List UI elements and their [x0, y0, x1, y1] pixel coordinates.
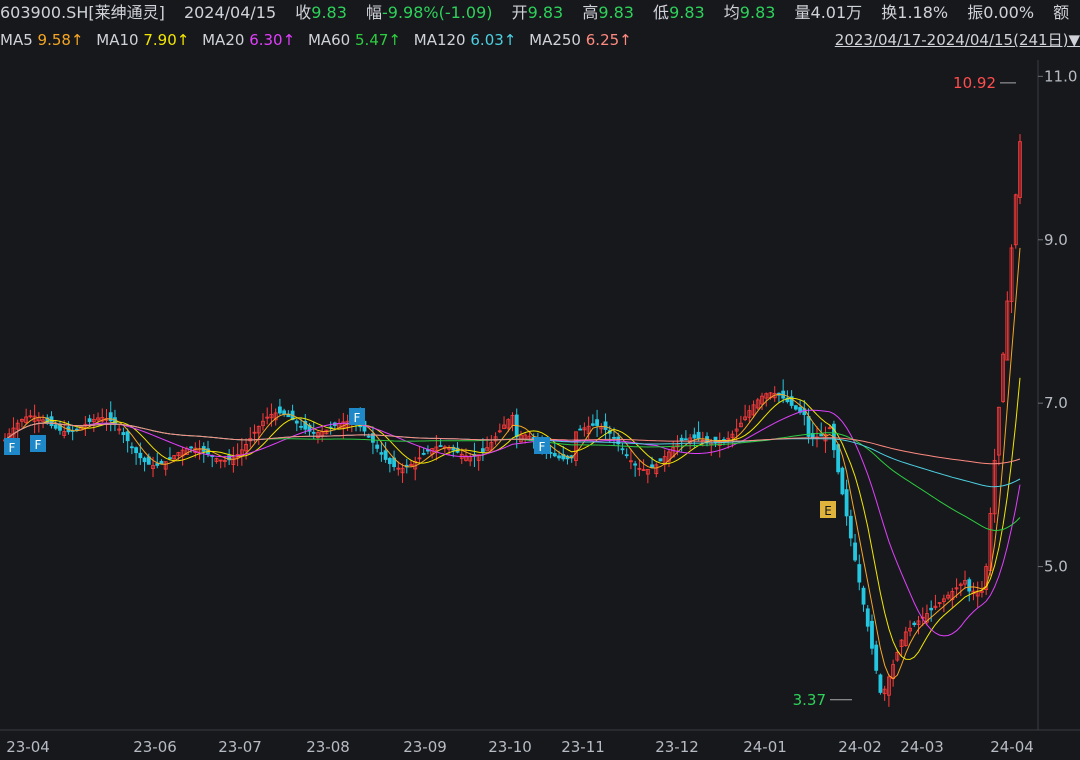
- candle-body: [793, 405, 798, 410]
- candle-body: [125, 431, 130, 442]
- candle-body: [912, 622, 917, 625]
- candle-body: [299, 425, 303, 428]
- candle-body: [142, 457, 147, 463]
- candle-body: [857, 564, 862, 583]
- candle-body: [155, 463, 160, 466]
- ma20-line: [4, 409, 1021, 637]
- candle-body: [129, 446, 134, 449]
- event-flag-label: E: [824, 504, 832, 518]
- candle-body: [189, 446, 193, 449]
- candle-body: [121, 432, 126, 436]
- candle-body: [383, 450, 388, 460]
- kline-chart[interactable]: 11.0 9.0 7.0 5.0 23-04 23-06 23-07 23-08 23-09 23…: [0, 0, 1080, 760]
- flag-label: F: [9, 441, 16, 455]
- candle-body: [53, 424, 58, 429]
- y-tick-label: 11.0: [1044, 67, 1077, 85]
- candle-body: [878, 674, 883, 693]
- candle-body: [967, 579, 972, 592]
- candle-body: [658, 458, 663, 462]
- candle-body: [844, 489, 849, 517]
- candle-body: [929, 607, 934, 611]
- candle-body: [375, 444, 380, 449]
- x-tick-label: 24-04: [990, 738, 1034, 756]
- candle-body: [590, 423, 595, 426]
- flag-label: F: [354, 411, 361, 425]
- candle-body: [806, 416, 811, 437]
- high-marker-label: 10.92: [953, 74, 996, 92]
- candle-body: [134, 447, 139, 454]
- candle-body: [557, 455, 561, 459]
- candle-body: [874, 644, 879, 671]
- candle-body: [421, 452, 426, 455]
- x-tick-label: 24-01: [743, 738, 787, 756]
- candle-body: [865, 608, 870, 627]
- x-tick-label: 24-03: [900, 738, 944, 756]
- x-tick-label: 23-12: [655, 738, 699, 756]
- x-tick-label: 23-04: [6, 738, 50, 756]
- candle-body: [819, 434, 824, 437]
- candle-body: [683, 438, 688, 441]
- candle-body: [595, 419, 599, 426]
- candle-body: [138, 452, 143, 459]
- flag-label: F: [35, 438, 42, 452]
- y-tick-label: 5.0: [1044, 558, 1068, 576]
- x-tick-label: 23-10: [488, 738, 532, 756]
- candle-body: [861, 587, 866, 605]
- x-tick-label: 23-07: [218, 738, 262, 756]
- candle-body: [480, 448, 485, 453]
- candle-body: [836, 444, 841, 473]
- y-tick-label: 7.0: [1044, 394, 1068, 412]
- candle-body: [578, 428, 583, 431]
- candle-body: [633, 463, 638, 466]
- candle-body: [679, 437, 684, 442]
- candle-body: [870, 620, 874, 649]
- x-tick-label: 24-02: [838, 738, 882, 756]
- candle-body: [294, 420, 299, 424]
- y-tick-label: 9.0: [1044, 231, 1068, 249]
- x-tick-label: 23-11: [561, 738, 605, 756]
- candle-body: [438, 445, 443, 447]
- candle-body: [552, 453, 557, 457]
- candle-body: [277, 406, 282, 414]
- candle-body: [848, 515, 853, 539]
- candle-body: [840, 467, 845, 495]
- candle-body: [168, 457, 172, 460]
- candle-body: [692, 434, 697, 439]
- candle-body: [87, 418, 92, 423]
- candle-body: [603, 421, 608, 430]
- candle-body: [379, 452, 384, 455]
- candle-body: [624, 454, 629, 457]
- low-marker-label: 3.37: [793, 691, 826, 709]
- candle-body: [620, 448, 625, 451]
- x-tick-label: 23-09: [403, 738, 447, 756]
- x-tick-label: 23-06: [133, 738, 177, 756]
- candle-body: [74, 428, 79, 431]
- candle-body: [387, 458, 392, 465]
- candle-body: [612, 436, 616, 439]
- candle-body: [853, 542, 857, 561]
- candle-body: [696, 431, 701, 440]
- candle-body: [366, 435, 371, 438]
- candle-body: [311, 431, 316, 434]
- x-tick-label: 23-08: [306, 738, 350, 756]
- flag-label: F: [539, 440, 546, 454]
